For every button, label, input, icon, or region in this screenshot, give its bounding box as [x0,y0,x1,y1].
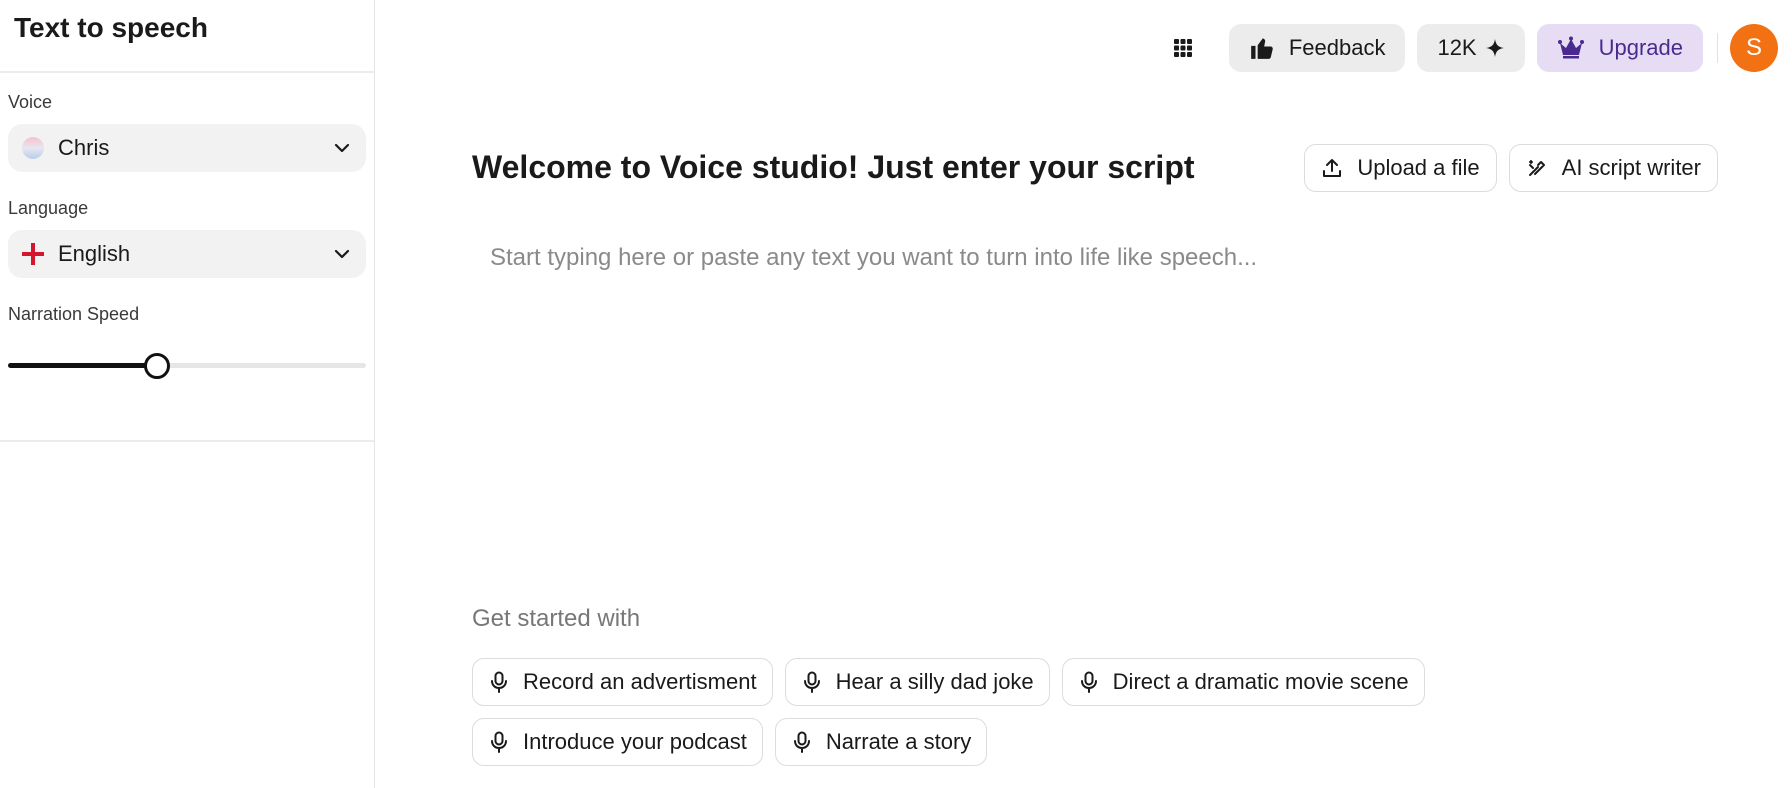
voice-value: Chris [58,135,110,160]
user-avatar[interactable]: S [1730,24,1778,72]
thumbs-up-icon [1250,38,1273,59]
suggestion-label: Hear a silly dad joke [835,669,1034,694]
upload-file-label: Upload a file [1357,155,1480,180]
suggestion-chip[interactable]: Introduce your podcast [472,718,763,766]
ai-script-writer-button[interactable]: AI script writer [1508,144,1718,192]
suggestion-chip[interactable]: Narrate a story [774,718,988,766]
slider-fill [8,363,157,368]
microphone-icon [803,671,820,693]
suggestion-label: Direct a dramatic movie scene [1112,669,1409,694]
get-started-label: Get started with [472,605,641,632]
divider [1717,33,1718,63]
upload-file-button[interactable]: Upload a file [1304,144,1497,192]
chevron-down-icon [334,143,350,153]
microphone-icon [793,731,810,753]
sidebar-header: Text to speech [0,0,374,73]
upgrade-button[interactable]: Upgrade [1536,24,1703,72]
welcome-heading: Welcome to Voice studio! Just enter your… [472,149,1195,185]
apps-grid-button[interactable] [1163,28,1203,68]
apps-grid-icon [1173,39,1192,57]
narration-speed-slider[interactable] [8,353,366,379]
language-value: English [58,241,131,266]
microphone-icon [491,671,507,693]
credits-button[interactable]: 12K [1417,24,1525,72]
script-input[interactable] [472,238,1718,578]
language-label: Language [8,198,89,218]
suggestion-chips: Record an advertisment Hear a silly dad j… [472,658,1472,766]
chevron-down-icon [334,249,350,259]
upgrade-label: Upgrade [1598,35,1683,60]
microphone-icon [491,731,507,753]
voice-avatar [22,137,44,159]
sparkle-icon [1485,39,1504,57]
header-actions: Upload a file AI script writer [1304,144,1718,192]
magic-pen-icon [1528,160,1545,176]
sidebar: Text to speech Voice Chris Language Engl… [0,0,375,788]
suggestion-label: Narrate a story [825,729,972,754]
suggestion-chip[interactable]: Hear a silly dad joke [784,658,1050,706]
upload-icon [1323,159,1342,177]
page-title: Text to speech [14,12,208,43]
suggestion-chip[interactable]: Record an advertisment [472,658,773,706]
feedback-button[interactable]: Feedback [1228,24,1406,72]
feedback-label: Feedback [1288,35,1386,60]
settings-panel: Voice Chris Language English Narration S… [0,92,374,442]
suggestion-chip[interactable]: Direct a dramatic movie scene [1061,658,1425,706]
flag-icon [22,243,44,265]
voice-select[interactable]: Chris [8,124,366,172]
speed-label: Narration Speed [8,304,140,324]
credits-label: 12K [1437,35,1477,60]
top-bar: Feedback 12K Upgrade S [1163,24,1778,72]
ai-script-writer-label: AI script writer [1561,155,1701,180]
language-select[interactable]: English [8,230,366,278]
microphone-icon [1080,671,1097,693]
suggestion-label: Introduce your podcast [523,729,747,754]
voice-label: Voice [8,92,53,112]
suggestion-label: Record an advertisment [523,669,757,694]
slider-thumb[interactable] [143,353,170,379]
crown-icon [1557,36,1584,59]
